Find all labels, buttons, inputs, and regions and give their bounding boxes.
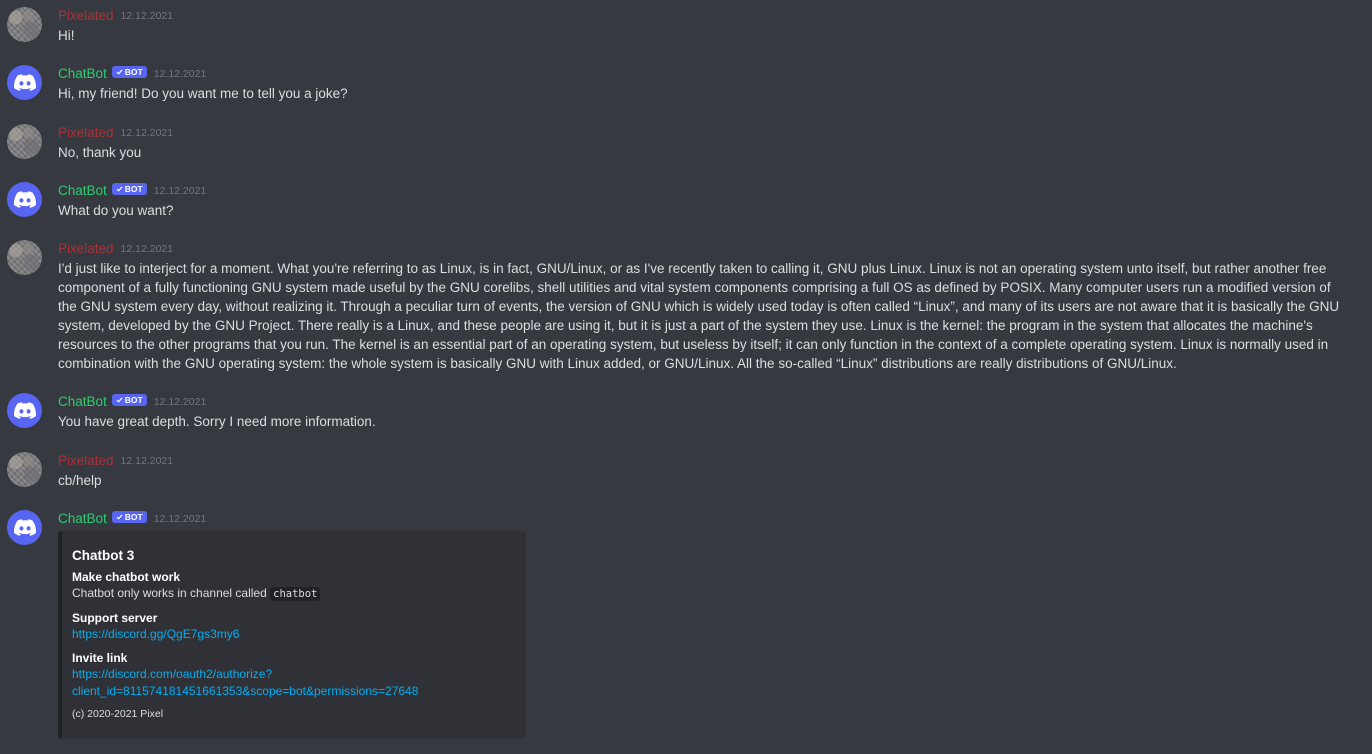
checkmark-icon [116, 397, 123, 403]
username[interactable]: ChatBot [58, 182, 107, 200]
username[interactable]: Pixelated [58, 7, 114, 25]
username[interactable]: Pixelated [58, 452, 114, 470]
message-text: You have great depth. Sorry I need more … [58, 414, 376, 429]
bot-badge: BOT [111, 66, 147, 78]
user-avatar[interactable] [7, 124, 42, 159]
embed-field: Invite link https://discord.com/oauth2/a… [72, 650, 514, 700]
bot-badge: BOT [111, 511, 147, 523]
bot-avatar[interactable] [7, 510, 42, 545]
invite-link-line: client_id=811574181451661353&scope=bot&p… [72, 684, 419, 698]
embed-field-text: Chatbot only works in channel called [72, 586, 271, 600]
message-text: What do you want? [58, 203, 174, 218]
checkmark-icon [116, 186, 123, 192]
embed-field: Support server https://discord.gg/QgE7gs… [72, 610, 514, 643]
support-server-link[interactable]: https://discord.gg/QgE7gs3my6 [72, 627, 239, 641]
message-text: No, thank you [58, 145, 142, 160]
embed-field-name: Invite link [72, 651, 128, 665]
username[interactable]: Pixelated [58, 124, 114, 142]
embed-field-name: Make chatbot work [72, 570, 181, 584]
user-avatar[interactable] [7, 452, 42, 487]
embed-field-name: Support server [72, 611, 158, 625]
embed-field-value: Chatbot only works in channel called cha… [72, 585, 514, 603]
bot-badge-label: BOT [124, 184, 143, 194]
timestamp: 12.12.2021 [153, 185, 207, 197]
embed-field-value: https://discord.com/oauth2/authorize? cl… [72, 666, 514, 700]
bot-avatar[interactable] [7, 393, 42, 428]
discord-logo-icon [13, 402, 36, 419]
message-header: ChatBot BOT 12.12.2021 [58, 510, 206, 528]
bot-badge: BOT [111, 394, 147, 406]
invite-link-line: https://discord.com/oauth2/authorize? [72, 667, 273, 681]
timestamp: 12.12.2021 [120, 127, 174, 139]
bot-badge-label: BOT [124, 395, 143, 405]
embed-field-value: https://discord.gg/QgE7gs3my6 [72, 626, 514, 643]
timestamp: 12.12.2021 [120, 243, 174, 255]
timestamp: 12.12.2021 [120, 10, 174, 22]
embed-title: Chatbot 3 [72, 548, 135, 563]
timestamp: 12.12.2021 [120, 455, 174, 467]
username[interactable]: ChatBot [58, 510, 107, 528]
message-header: Pixelated 12.12.2021 [58, 124, 173, 142]
user-avatar[interactable] [7, 7, 42, 42]
checkmark-icon [116, 514, 123, 520]
username[interactable]: ChatBot [58, 393, 107, 411]
message-text: cb/help [58, 473, 102, 488]
message-header: ChatBot BOT 12.12.2021 [58, 182, 206, 200]
embed-field: Make chatbot work Chatbot only works in … [72, 569, 514, 603]
bot-avatar[interactable] [7, 182, 42, 217]
timestamp: 12.12.2021 [153, 513, 207, 525]
discord-logo-icon [13, 74, 36, 91]
checkmark-icon [116, 69, 123, 75]
message-header: ChatBot BOT 12.12.2021 [58, 65, 206, 83]
message-header: Pixelated 12.12.2021 [58, 452, 173, 470]
bot-badge-label: BOT [124, 67, 143, 77]
message-text: Hi, my friend! Do you want me to tell yo… [58, 86, 348, 101]
timestamp: 12.12.2021 [153, 68, 207, 80]
user-avatar[interactable] [7, 240, 42, 275]
timestamp: 12.12.2021 [153, 396, 207, 408]
embed-footer: (c) 2020-2021 Pixel [72, 708, 164, 720]
embed-card: Chatbot 3 Make chatbot work Chatbot only… [58, 531, 526, 739]
message-text: Hi! [58, 28, 75, 43]
message-text: I'd just like to interject for a moment.… [58, 261, 1340, 371]
bot-badge: BOT [111, 183, 147, 195]
invite-link[interactable]: https://discord.com/oauth2/authorize? cl… [72, 666, 514, 700]
inline-code: chatbot [270, 587, 321, 601]
message-header: ChatBot BOT 12.12.2021 [58, 393, 206, 411]
discord-logo-icon [13, 191, 36, 208]
username[interactable]: Pixelated [58, 240, 114, 258]
bot-avatar[interactable] [7, 65, 42, 100]
discord-logo-icon [13, 519, 36, 536]
message-header: Pixelated 12.12.2021 [58, 240, 173, 258]
username[interactable]: ChatBot [58, 65, 107, 83]
message-header: Pixelated 12.12.2021 [58, 7, 173, 25]
bot-badge-label: BOT [124, 512, 143, 522]
